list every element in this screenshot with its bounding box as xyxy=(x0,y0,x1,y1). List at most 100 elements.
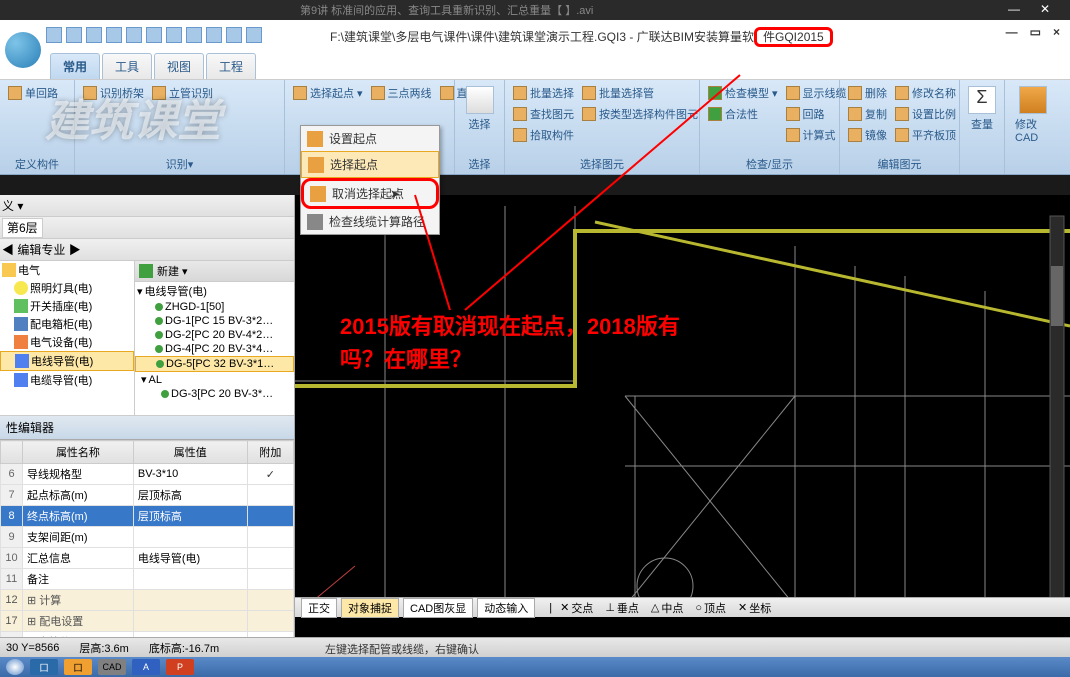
qat-icon[interactable] xyxy=(226,27,242,43)
app-menu-orb[interactable] xyxy=(5,32,41,68)
prop-row[interactable]: 11备注 xyxy=(1,569,294,590)
tree-item[interactable]: 电缆导管(电) xyxy=(30,372,92,388)
qat-undo-icon[interactable] xyxy=(106,27,122,43)
tree-item[interactable]: ZHGD-1[50] xyxy=(165,301,224,313)
qat-icon[interactable] xyxy=(246,27,262,43)
max-icon[interactable]: ✕ xyxy=(1040,2,1050,16)
btn-batch-sel[interactable]: 批量选择 xyxy=(511,84,576,102)
window-restore-icon[interactable]: ▭ xyxy=(1030,25,1041,39)
menu-select-start[interactable]: 选择起点 xyxy=(301,151,439,178)
btn-id-riser[interactable]: 立管识别 xyxy=(150,84,215,102)
tree-item[interactable]: 照明灯具(电) xyxy=(30,280,92,296)
tab-common[interactable]: 常用 xyxy=(50,53,100,79)
btn-rename[interactable]: 修改名称 xyxy=(893,84,958,102)
snap-cadgray[interactable]: CAD图灰显 xyxy=(403,598,473,618)
btn-bytype[interactable]: 按类型选择构件图元 xyxy=(580,105,700,123)
prop-row[interactable]: 7起点标高(m)层顶标高 xyxy=(1,485,294,506)
btn-qty[interactable]: Σ查量 xyxy=(966,84,998,134)
tab-view[interactable]: 视图 xyxy=(154,53,204,79)
tree-item[interactable]: DG-4[PC 20 BV-3*4… xyxy=(165,343,273,355)
btn-scale[interactable]: 设置比例 xyxy=(893,105,958,123)
prop-row[interactable]: 12⊞ 计算 xyxy=(1,590,294,611)
category-tree[interactable]: 电气 照明灯具(电) 开关插座(电) 配电箱柜(电) 电气设备(电) 电线导管(… xyxy=(0,261,135,415)
menu-cancel-start[interactable]: 取消选择起点➤ xyxy=(301,178,439,209)
property-table[interactable]: 属性名称属性值附加 6导线规格型BV-3*107起点标高(m)层顶标高8终点标高… xyxy=(0,440,294,637)
btn-legal[interactable]: 合法性 xyxy=(706,105,780,123)
tree-item[interactable]: DG-3[PC 20 BV-3*… xyxy=(171,388,273,400)
btn-flat[interactable]: 平齐板顶 xyxy=(893,126,958,144)
btn-loop[interactable]: 单回路 xyxy=(6,84,60,102)
cursor-icon xyxy=(466,86,494,114)
snap-mid[interactable]: △ 中点 xyxy=(647,600,687,616)
app-icon[interactable]: 囗 xyxy=(30,659,58,675)
btn-cable[interactable]: 显示线缆 xyxy=(784,84,849,102)
tree-root[interactable]: 电线导管(电) xyxy=(145,283,207,299)
snap-ortho[interactable]: 正交 xyxy=(301,598,337,618)
btn-calc[interactable]: 计算式 xyxy=(784,126,849,144)
btn-select[interactable]: 选择 xyxy=(461,84,498,134)
spec-tab[interactable]: 编辑专业 xyxy=(17,243,65,257)
prop-row[interactable]: 8终点标高(m)层顶标高 xyxy=(1,506,294,527)
tab-project[interactable]: 工程 xyxy=(206,53,256,79)
snap-coord[interactable]: ✕ 坐标 xyxy=(734,600,775,616)
command-prompt: 左键选择配管或线缆，右键确认 xyxy=(325,641,479,657)
tree-item[interactable]: 电气设备(电) xyxy=(30,334,92,350)
btn-loop2[interactable]: 回路 xyxy=(784,105,849,123)
tree-item[interactable]: AL xyxy=(149,374,162,386)
window-close-icon[interactable]: × xyxy=(1053,25,1060,39)
prop-row[interactable]: 9支架间距(m) xyxy=(1,527,294,548)
prop-row[interactable]: 17⊞ 配电设置 xyxy=(1,611,294,632)
group-check-label: 检查/显示 xyxy=(746,156,793,172)
btn-find[interactable]: 查找图元 xyxy=(511,105,576,123)
btn-del[interactable]: 删除 xyxy=(846,84,889,102)
tree-item[interactable]: 开关插座(电) xyxy=(30,298,92,314)
btn-copy[interactable]: 复制 xyxy=(846,105,889,123)
tree-item[interactable]: DG-2[PC 20 BV-4*2… xyxy=(165,329,273,341)
tree-item[interactable]: DG-1[PC 15 BV-3*2… xyxy=(165,315,273,327)
snap-osnap[interactable]: 对象捕捉 xyxy=(341,598,399,618)
app-icon[interactable]: 囗 xyxy=(64,659,92,675)
qat-new-icon[interactable] xyxy=(46,27,62,43)
qat-icon[interactable] xyxy=(186,27,202,43)
btn-batch-pipe[interactable]: 批量选择管 xyxy=(580,84,700,102)
app-icon[interactable]: A xyxy=(132,659,160,675)
qat-redo-icon[interactable] xyxy=(126,27,142,43)
btn-3pt[interactable]: 三点两线 xyxy=(369,84,434,102)
prop-row[interactable]: 6导线规格型BV-3*10 xyxy=(1,464,294,485)
qat-icon[interactable] xyxy=(206,27,222,43)
snap-perp[interactable]: ⊥ 垂点 xyxy=(601,600,643,616)
component-tree[interactable]: 新建 ▾ ▾ 电线导管(电) ZHGD-1[50] DG-1[PC 15 BV-… xyxy=(135,261,294,415)
app-icon[interactable]: CAD xyxy=(98,659,126,675)
tree-item-selected[interactable]: DG-5[PC 32 BV-3*1… xyxy=(166,358,274,370)
window-min-icon[interactable]: — xyxy=(1006,25,1018,39)
qat-icon[interactable] xyxy=(146,27,162,43)
drawing-canvas[interactable] xyxy=(295,195,1070,637)
new-button[interactable]: 新建 ▾ xyxy=(157,263,188,279)
snap-dynamic[interactable]: 动态输入 xyxy=(477,598,535,618)
qat-open-icon[interactable] xyxy=(66,27,82,43)
btn-cad[interactable]: 修改CAD xyxy=(1011,84,1054,146)
app-icon[interactable]: P xyxy=(166,659,194,675)
tree-item[interactable]: 配电箱柜(电) xyxy=(30,316,92,332)
start-icon[interactable] xyxy=(6,659,24,675)
pick-icon xyxy=(513,128,527,142)
min-icon[interactable]: — xyxy=(1008,2,1020,16)
btn-id-tray[interactable]: 识别桥架 xyxy=(81,84,146,102)
prop-row[interactable]: 10汇总信息电线导管(电) xyxy=(1,548,294,569)
btn-check[interactable]: 检查模型▾ xyxy=(706,84,780,102)
tree-root[interactable]: 电气 xyxy=(18,262,40,278)
snap-apex[interactable]: ○ 顶点 xyxy=(691,600,730,616)
qat-save-icon[interactable] xyxy=(86,27,102,43)
snap-int[interactable]: ✕ 交点 xyxy=(556,600,597,616)
floor-selector[interactable]: 第6层 xyxy=(2,218,43,238)
qat-icon[interactable] xyxy=(166,27,182,43)
btn-sel-start[interactable]: 选择起点▾ xyxy=(291,84,365,102)
cad-icon xyxy=(1019,86,1047,114)
btn-pick[interactable]: 拾取构件 xyxy=(511,126,576,144)
path-prefix: F:\建筑课堂\多层电气课件\课件\建筑课堂演示工程.GQI3 - 广联达BIM… xyxy=(330,30,754,44)
tree-item-selected[interactable]: 电线导管(电) xyxy=(31,353,93,369)
btn-mirror[interactable]: 镜像 xyxy=(846,126,889,144)
menu-set-start[interactable]: 设置起点 xyxy=(301,126,439,151)
menu-check-path[interactable]: 检查线缆计算路径 xyxy=(301,209,439,234)
tab-tools[interactable]: 工具 xyxy=(102,53,152,79)
